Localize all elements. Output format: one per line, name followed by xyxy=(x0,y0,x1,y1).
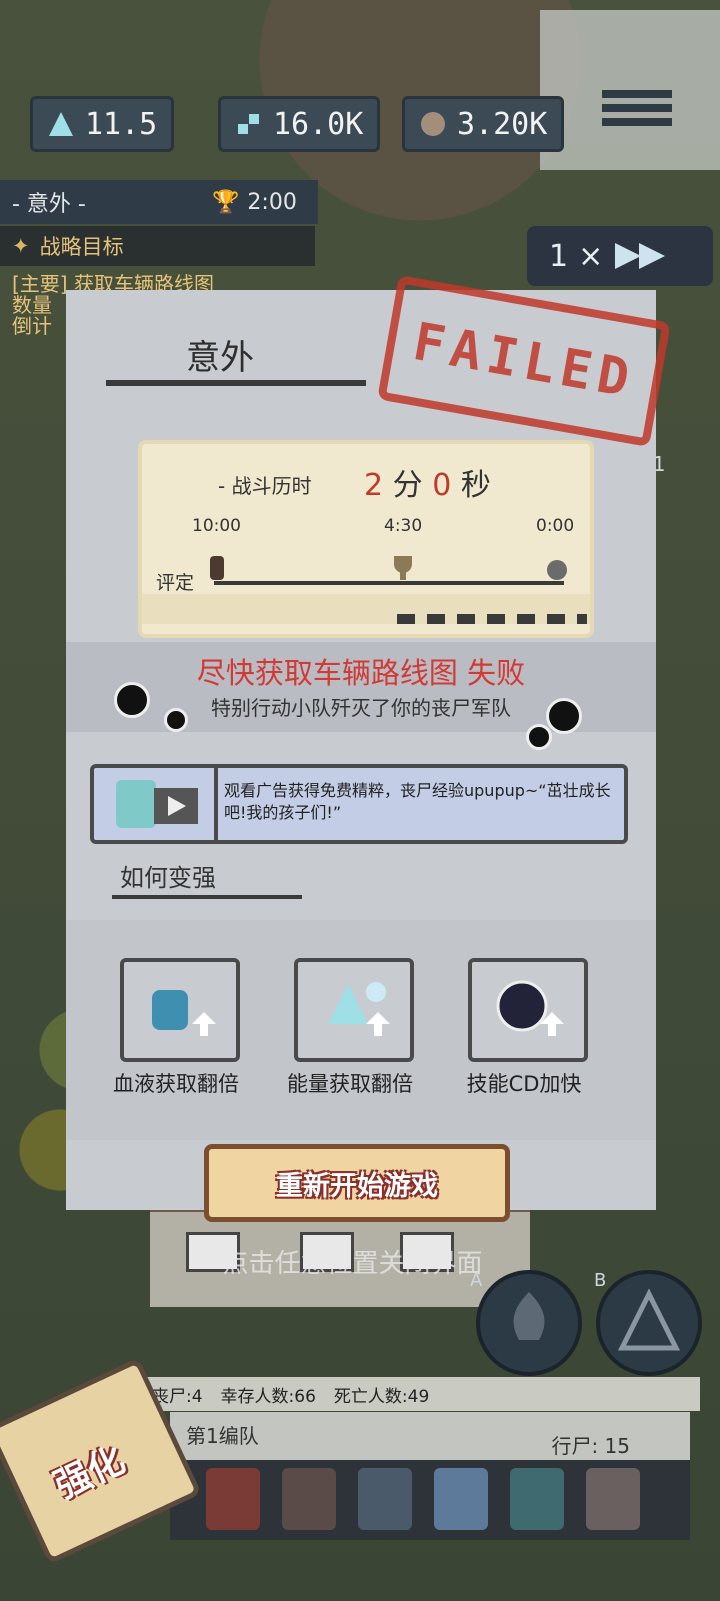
energy-boost-button[interactable] xyxy=(294,958,414,1062)
battle-seconds: 0 xyxy=(432,468,452,503)
pyramid-skill-icon xyxy=(617,1288,681,1351)
speed-value: 1 xyxy=(549,238,569,274)
card-dashes xyxy=(397,614,587,624)
unit-slot[interactable] xyxy=(586,1468,640,1530)
bullet-hole xyxy=(164,708,188,732)
minutes-unit: 分 xyxy=(392,468,423,503)
bullet-hole xyxy=(526,724,552,750)
rating-label: 评定 xyxy=(156,572,195,594)
unit-slot[interactable] xyxy=(434,1468,488,1530)
skill-a-button[interactable] xyxy=(476,1270,582,1376)
dna-icon xyxy=(238,114,259,134)
tick-label: 0:00 xyxy=(536,516,575,536)
level-name: - 意外 - xyxy=(12,192,86,217)
battle-stats: 丧尸:4 幸存人数:66 死亡人数:49 xyxy=(140,1377,700,1411)
bullet-hole xyxy=(114,682,150,718)
tip-label: 技能CD加快 xyxy=(466,1072,582,1096)
speed-symbol: × xyxy=(578,238,604,274)
zombie-marker-icon xyxy=(210,556,224,580)
fire-skill-icon xyxy=(513,1292,545,1340)
level-timer: 2:00 xyxy=(247,189,297,215)
fast-forward-icon xyxy=(615,243,666,269)
squad-name[interactable]: 第1编队 xyxy=(186,1420,259,1449)
cooldown-orb-icon xyxy=(496,980,564,1036)
brain-icon xyxy=(421,112,445,136)
resource-brain: 3.20K xyxy=(402,96,565,152)
resource-energy: 11.5 xyxy=(30,96,175,152)
skill-b-key: B xyxy=(594,1270,607,1291)
tip-label: 能量获取翻倍 xyxy=(287,1072,413,1096)
bullet-hole xyxy=(546,698,582,734)
level-header: - 意外 - 🏆 2:00 xyxy=(0,180,318,224)
medal-marker-icon xyxy=(547,560,567,580)
unit-bar xyxy=(170,1460,690,1540)
target-icon: ✦ xyxy=(12,234,30,258)
menu-icon xyxy=(602,90,672,98)
restart-game-button[interactable]: 重新开始游戏 xyxy=(204,1144,510,1222)
tip-label: 血液获取翻倍 xyxy=(113,1072,239,1096)
energy-crystal-icon xyxy=(49,112,73,136)
resource-energy-value: 11.5 xyxy=(85,106,158,142)
upgrade-label: 强化 xyxy=(48,1439,132,1508)
speed-toggle[interactable]: 1 × xyxy=(527,226,713,286)
menu-button[interactable] xyxy=(602,84,672,140)
title-underline xyxy=(106,380,366,386)
battle-time-label: - 战斗历时 xyxy=(218,474,312,498)
trophy-icon: 🏆 xyxy=(212,189,240,215)
squad-header: 第1编队 行尸: 15 xyxy=(170,1412,690,1460)
ad-description: 观看广告获得免费精粹，丧尸经验upupup~“茁壮成长吧!我的孩子们!” xyxy=(224,781,611,822)
tick-label: 4:30 xyxy=(384,516,423,536)
resource-brain-value: 3.20K xyxy=(457,106,548,142)
skill-a-key: A xyxy=(470,1270,483,1291)
video-ad-icon xyxy=(94,768,218,840)
goal-title: 战略目标 xyxy=(39,235,124,259)
fail-title: 尽快获取车辆路线图 失败 xyxy=(196,656,526,690)
blood-boost-button[interactable] xyxy=(120,958,240,1062)
unit-slot[interactable] xyxy=(282,1468,336,1530)
walker-count: 行尸: 15 xyxy=(551,1434,630,1458)
resource-dna-value: 16.0K xyxy=(273,106,364,142)
how-to-title: 如何变强 xyxy=(120,864,216,892)
goal-header[interactable]: ✦ 战略目标 xyxy=(0,226,315,266)
unit-slot[interactable] xyxy=(358,1468,412,1530)
trophy-marker-icon xyxy=(394,556,412,580)
tick-label: 10:00 xyxy=(192,516,241,536)
rating-timeline xyxy=(214,581,564,585)
unit-slot[interactable] xyxy=(510,1468,564,1530)
blood-potion-icon xyxy=(152,990,216,1036)
skill-b-button[interactable] xyxy=(596,1270,702,1376)
unit-slot[interactable] xyxy=(206,1468,260,1530)
energy-crystal-boost-icon xyxy=(328,982,390,1036)
result-dialog: 意外 FAILED - 战斗历时 2 分 0 秒 10:00 4:30 0:00… xyxy=(66,274,671,1210)
watch-ad-button[interactable]: 观看广告获得免费精粹，丧尸经验upupup~“茁壮成长吧!我的孩子们!” xyxy=(90,764,628,844)
survivor-count: 幸存人数:66 xyxy=(220,1386,316,1407)
seconds-unit: 秒 xyxy=(460,468,491,503)
dialog-title: 意外 xyxy=(186,338,254,378)
battle-time-value: 2 分 0 秒 xyxy=(364,460,491,504)
battle-time-card: - 战斗历时 2 分 0 秒 10:00 4:30 0:00 评定 xyxy=(138,440,594,638)
resource-dna: 16.0K xyxy=(218,96,381,152)
failed-stamp: FAILED xyxy=(377,274,671,448)
death-count: 死亡人数:49 xyxy=(333,1386,430,1407)
how-to-underline xyxy=(112,895,302,899)
skill-cd-boost-button[interactable] xyxy=(468,958,588,1062)
battle-minutes: 2 xyxy=(364,468,384,503)
